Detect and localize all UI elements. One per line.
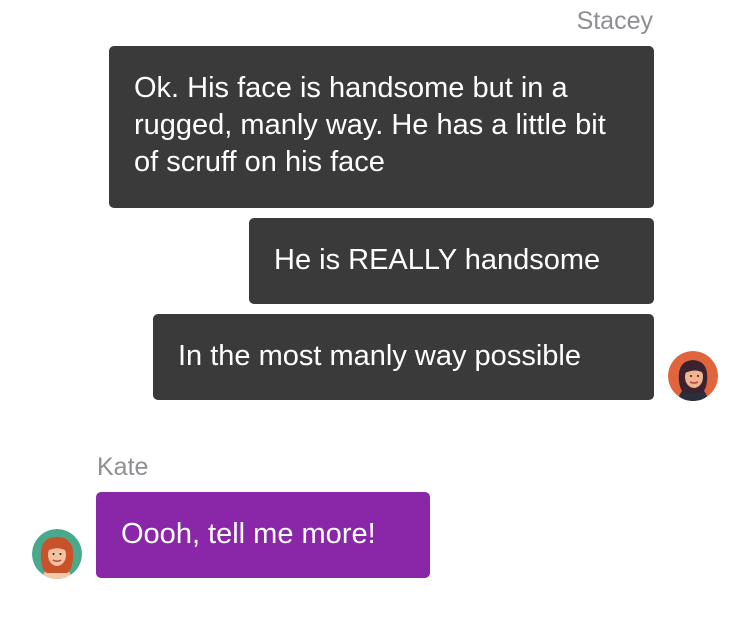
- message-bubble-incoming[interactable]: Oooh, tell me more!: [96, 492, 430, 578]
- kate-avatar-icon[interactable]: [32, 529, 82, 579]
- stacey-avatar-icon[interactable]: [668, 351, 718, 401]
- message-bubble-outgoing[interactable]: In the most manly way possible: [153, 314, 654, 400]
- sender-name-kate: Kate: [97, 453, 149, 481]
- message-bubble-outgoing[interactable]: Ok. His face is handsome but in a rugged…: [109, 46, 654, 208]
- message-bubble-outgoing[interactable]: He is REALLY handsome: [249, 218, 654, 304]
- sender-name-stacey: Stacey: [576, 7, 653, 35]
- chat-thread: Stacey Ok. His face is handsome but in a…: [0, 0, 750, 619]
